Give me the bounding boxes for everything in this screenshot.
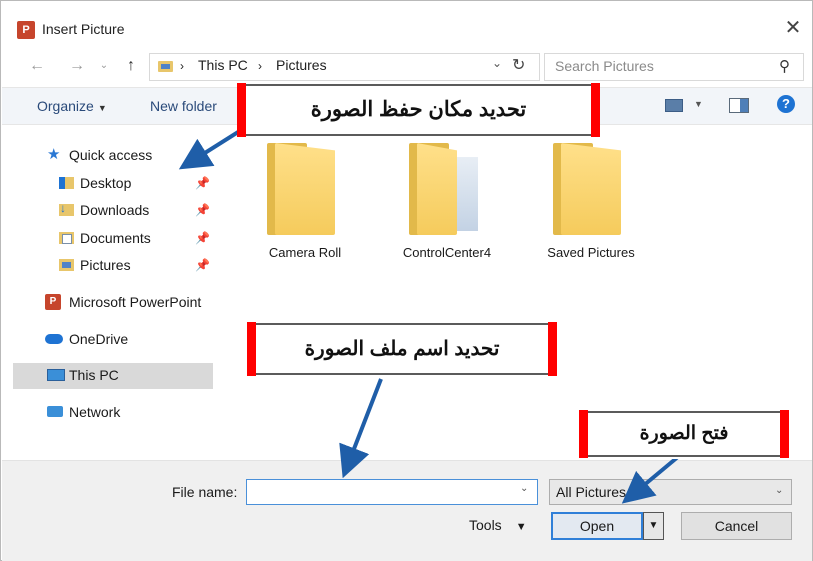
pin-icon[interactable]: 📌 <box>195 258 210 272</box>
documents-folder-icon <box>59 232 74 244</box>
preview-pane-icon[interactable] <box>729 98 749 113</box>
address-dropdown-icon[interactable]: ⌄ <box>492 56 502 70</box>
arrow-to-file-name <box>339 378 383 479</box>
recent-locations-chevron-icon[interactable]: ⌄ <box>97 54 111 78</box>
file-type-select[interactable]: All Pictures ⌄ <box>549 479 792 505</box>
breadcrumb-this-pc[interactable]: This PC <box>198 57 248 73</box>
folder-name: Saved Pictures <box>547 245 635 260</box>
star-icon: ★ <box>47 146 61 163</box>
sidebar-item-label: Downloads <box>80 202 150 218</box>
arrow-up-icon[interactable]: ↑ <box>121 54 141 78</box>
folder-item[interactable]: Saved Pictures <box>531 135 651 270</box>
powerpoint-app-icon: P <box>17 21 35 39</box>
new-folder-button[interactable]: New folder <box>150 98 217 114</box>
search-placeholder: Search Pictures <box>555 58 654 74</box>
folder-name: Camera Roll <box>268 245 342 260</box>
search-icon[interactable]: ⚲ <box>779 57 790 75</box>
pin-icon[interactable]: 📌 <box>195 203 210 217</box>
sidebar-item-network[interactable]: Network <box>13 400 213 426</box>
folder-name: ControlCenter4 <box>402 245 492 260</box>
insert-picture-dialog: P Insert Picture ✕ ← → ⌄ ↑ › This PC › P… <box>0 0 813 561</box>
close-icon[interactable]: ✕ <box>780 15 806 41</box>
file-name-input[interactable] <box>246 479 538 505</box>
sidebar-item-label: Desktop <box>80 175 132 191</box>
annotation-open: فتح الصورة <box>579 410 789 458</box>
file-name-label: File name: <box>172 484 238 500</box>
address-bar[interactable]: › This PC › Pictures ⌄ ↻ <box>149 53 540 81</box>
open-button[interactable]: Open <box>551 512 643 540</box>
computer-icon <box>47 369 65 381</box>
folder-item[interactable]: ControlCenter4 <box>387 135 507 270</box>
sidebar-item-pictures[interactable]: Pictures 📌 <box>13 253 213 279</box>
organize-label: Organize <box>37 98 94 114</box>
tools-caret-icon: ▼ <box>515 521 527 533</box>
sidebar-item-label: Quick access <box>69 147 153 163</box>
sidebar-item-quick-access[interactable]: ★ Quick access <box>13 143 213 169</box>
annotation-filename: تحديد اسم ملف الصورة <box>247 322 557 376</box>
cancel-button[interactable]: Cancel <box>681 512 792 540</box>
chevron-down-icon: ⌄ <box>775 485 784 496</box>
sidebar-item-label: Microsoft PowerPoint <box>69 294 202 310</box>
sidebar-item-downloads[interactable]: Downloads 📌 <box>13 198 213 224</box>
sidebar-item-desktop[interactable]: Desktop 📌 <box>13 171 213 197</box>
powerpoint-icon: P <box>45 294 61 310</box>
pin-icon[interactable]: 📌 <box>195 176 210 190</box>
sidebar-item-this-pc[interactable]: This PC <box>13 363 213 389</box>
sidebar-item-onedrive[interactable]: OneDrive <box>13 327 213 353</box>
open-options-dropdown-icon[interactable]: ▼ <box>643 512 664 540</box>
pin-icon[interactable]: 📌 <box>195 231 210 245</box>
title-bar: P Insert Picture ✕ <box>1 1 812 45</box>
arrow-left-icon[interactable]: ← <box>27 54 47 78</box>
search-box[interactable]: Search Pictures ⚲ <box>544 53 804 81</box>
file-type-value: All Pictures <box>556 484 627 500</box>
folder-icon <box>553 143 621 235</box>
pictures-folder-icon <box>158 61 173 72</box>
cloud-icon <box>45 334 63 344</box>
network-icon <box>47 406 63 417</box>
sidebar-item-label: This PC <box>69 367 119 383</box>
refresh-icon[interactable]: ↻ <box>512 55 525 75</box>
bottom-panel <box>2 460 812 561</box>
dialog-title: Insert Picture <box>42 21 125 37</box>
sidebar-item-label: OneDrive <box>69 331 129 347</box>
folder-icon <box>409 143 478 235</box>
desktop-folder-icon <box>59 177 74 189</box>
navigation-pane: ★ Quick access Desktop 📌 Downloads 📌 Doc… <box>13 135 213 445</box>
view-caret-icon[interactable]: ▼ <box>694 99 703 109</box>
breadcrumb-separator-icon: › <box>180 59 184 73</box>
arrow-right-icon[interactable]: → <box>67 54 87 78</box>
organize-caret-icon: ▼ <box>97 103 107 113</box>
sidebar-item-documents[interactable]: Documents 📌 <box>13 226 213 252</box>
tools-menu[interactable]: Tools ▼ <box>469 517 527 533</box>
annotation-location: تحديد مكان حفظ الصورة <box>237 83 600 137</box>
help-icon[interactable]: ? <box>777 95 795 113</box>
folder-item[interactable]: Camera Roll <box>245 135 365 270</box>
downloads-folder-icon <box>59 201 74 216</box>
file-list: Camera Roll ControlCenter4 Saved Picture… <box>241 135 801 275</box>
tools-label: Tools <box>469 517 502 533</box>
file-name-dropdown-icon[interactable]: ⌄ <box>520 483 528 494</box>
pictures-folder-icon <box>59 259 74 271</box>
breadcrumb-pictures[interactable]: Pictures <box>276 57 327 73</box>
sidebar-item-label: Network <box>69 404 121 420</box>
breadcrumb-separator-icon: › <box>258 59 262 73</box>
folder-icon <box>267 143 335 235</box>
view-options-icon[interactable] <box>665 99 683 112</box>
organize-menu[interactable]: Organize ▼ <box>37 98 107 114</box>
sidebar-item-powerpoint[interactable]: P Microsoft PowerPoint <box>13 290 213 316</box>
sidebar-item-label: Pictures <box>80 257 131 273</box>
sidebar-item-label: Documents <box>80 230 151 246</box>
